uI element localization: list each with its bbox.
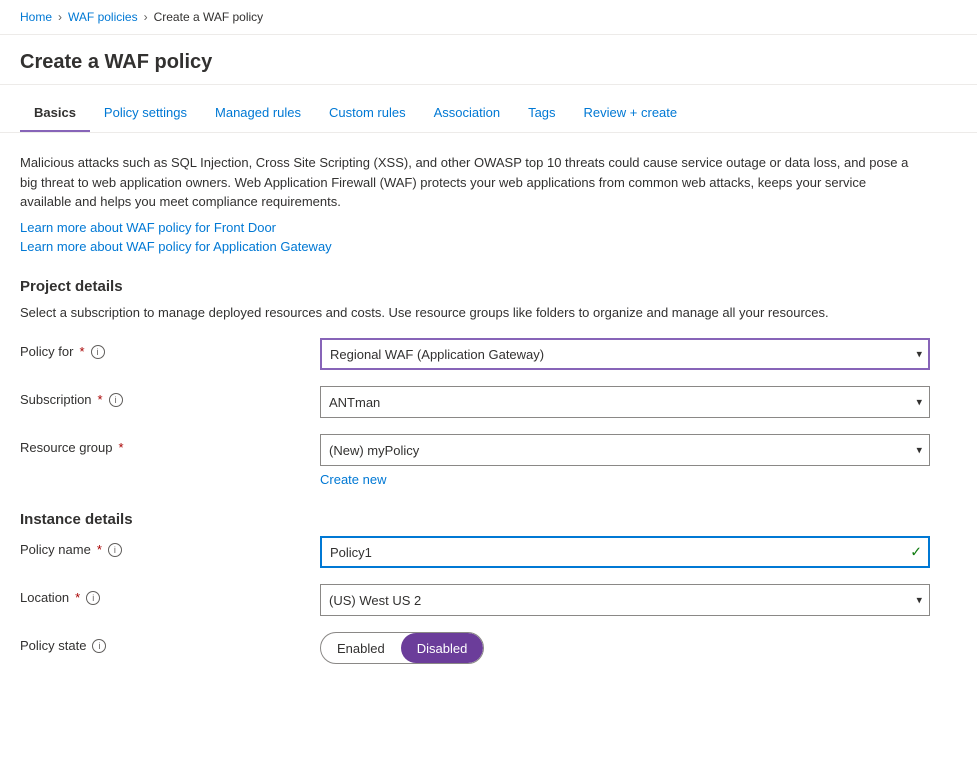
policy-state-control: Enabled Disabled xyxy=(320,632,930,664)
project-details-title: Project details xyxy=(20,278,957,295)
resource-group-dropdown-wrap: (New) myPolicy ▾ xyxy=(320,434,930,466)
resource-group-control: (New) myPolicy ▾ Create new xyxy=(320,434,930,487)
subscription-required: * xyxy=(98,392,103,407)
tab-managed-rules[interactable]: Managed rules xyxy=(201,95,315,132)
tab-tags[interactable]: Tags xyxy=(514,95,569,132)
policy-name-required: * xyxy=(97,542,102,557)
breadcrumb-sep-1: › xyxy=(58,10,62,24)
policy-name-control: ✓ xyxy=(320,536,930,568)
resource-group-label: Resource group * xyxy=(20,434,320,455)
content-area: Malicious attacks such as SQL Injection,… xyxy=(0,133,977,700)
policy-for-control: Regional WAF (Application Gateway) Globa… xyxy=(320,338,930,370)
subscription-row: Subscription * i ANTman ▾ xyxy=(20,386,957,418)
tab-association[interactable]: Association xyxy=(420,95,514,132)
breadcrumb-current: Create a WAF policy xyxy=(154,10,264,24)
location-label: Location * i xyxy=(20,584,320,605)
breadcrumb: Home › WAF policies › Create a WAF polic… xyxy=(0,0,977,35)
policy-for-info-icon[interactable]: i xyxy=(91,345,105,359)
description-main: Malicious attacks such as SQL Injection,… xyxy=(20,153,920,212)
location-info-icon[interactable]: i xyxy=(86,591,100,605)
project-details-desc: Select a subscription to manage deployed… xyxy=(20,303,920,323)
subscription-control: ANTman ▾ xyxy=(320,386,930,418)
resource-group-required: * xyxy=(119,440,124,455)
policy-for-row: Policy for * i Regional WAF (Application… xyxy=(20,338,957,370)
link-frontdoor[interactable]: Learn more about WAF policy for Front Do… xyxy=(20,220,957,235)
location-select[interactable]: (US) West US 2 (US) East US (EU) West Eu… xyxy=(320,584,930,616)
policy-for-label: Policy for * i xyxy=(20,338,320,359)
tab-custom-rules[interactable]: Custom rules xyxy=(315,95,420,132)
tab-basics[interactable]: Basics xyxy=(20,95,90,132)
breadcrumb-sep-2: › xyxy=(144,10,148,24)
subscription-info-icon[interactable]: i xyxy=(109,393,123,407)
resource-group-row: Resource group * (New) myPolicy ▾ Create… xyxy=(20,434,957,487)
create-new-link[interactable]: Create new xyxy=(320,472,386,487)
policy-for-select[interactable]: Regional WAF (Application Gateway) Globa… xyxy=(320,338,930,370)
policy-name-row: Policy name * i ✓ xyxy=(20,536,957,568)
instance-details-title: Instance details xyxy=(20,511,957,528)
location-dropdown-wrap: (US) West US 2 (US) East US (EU) West Eu… xyxy=(320,584,930,616)
page-header: Create a WAF policy xyxy=(0,35,977,85)
location-row: Location * i (US) West US 2 (US) East US… xyxy=(20,584,957,616)
policy-state-row: Policy state i Enabled Disabled xyxy=(20,632,957,664)
subscription-select[interactable]: ANTman xyxy=(320,386,930,418)
location-control: (US) West US 2 (US) East US (EU) West Eu… xyxy=(320,584,930,616)
subscription-dropdown-wrap: ANTman ▾ xyxy=(320,386,930,418)
policy-name-label: Policy name * i xyxy=(20,536,320,557)
tab-review-create[interactable]: Review + create xyxy=(570,95,692,132)
policy-state-toggle[interactable]: Enabled Disabled xyxy=(320,632,484,664)
policy-name-info-icon[interactable]: i xyxy=(108,543,122,557)
policy-for-dropdown-wrap: Regional WAF (Application Gateway) Globa… xyxy=(320,338,930,370)
page-title: Create a WAF policy xyxy=(20,51,957,74)
policy-state-enabled-button[interactable]: Enabled xyxy=(321,633,401,663)
tabs-bar: Basics Policy settings Managed rules Cus… xyxy=(0,95,977,133)
policy-state-disabled-button[interactable]: Disabled xyxy=(401,633,484,663)
policy-name-input[interactable] xyxy=(320,536,930,568)
policy-name-input-wrap: ✓ xyxy=(320,536,930,568)
breadcrumb-waf[interactable]: WAF policies xyxy=(68,10,138,24)
policy-state-label: Policy state i xyxy=(20,632,320,653)
tab-policy-settings[interactable]: Policy settings xyxy=(90,95,201,132)
policy-state-info-icon[interactable]: i xyxy=(92,639,106,653)
subscription-label: Subscription * i xyxy=(20,386,320,407)
breadcrumb-home[interactable]: Home xyxy=(20,10,52,24)
policy-for-required: * xyxy=(79,344,84,359)
resource-group-select[interactable]: (New) myPolicy xyxy=(320,434,930,466)
location-required: * xyxy=(75,590,80,605)
link-appgateway[interactable]: Learn more about WAF policy for Applicat… xyxy=(20,239,957,254)
